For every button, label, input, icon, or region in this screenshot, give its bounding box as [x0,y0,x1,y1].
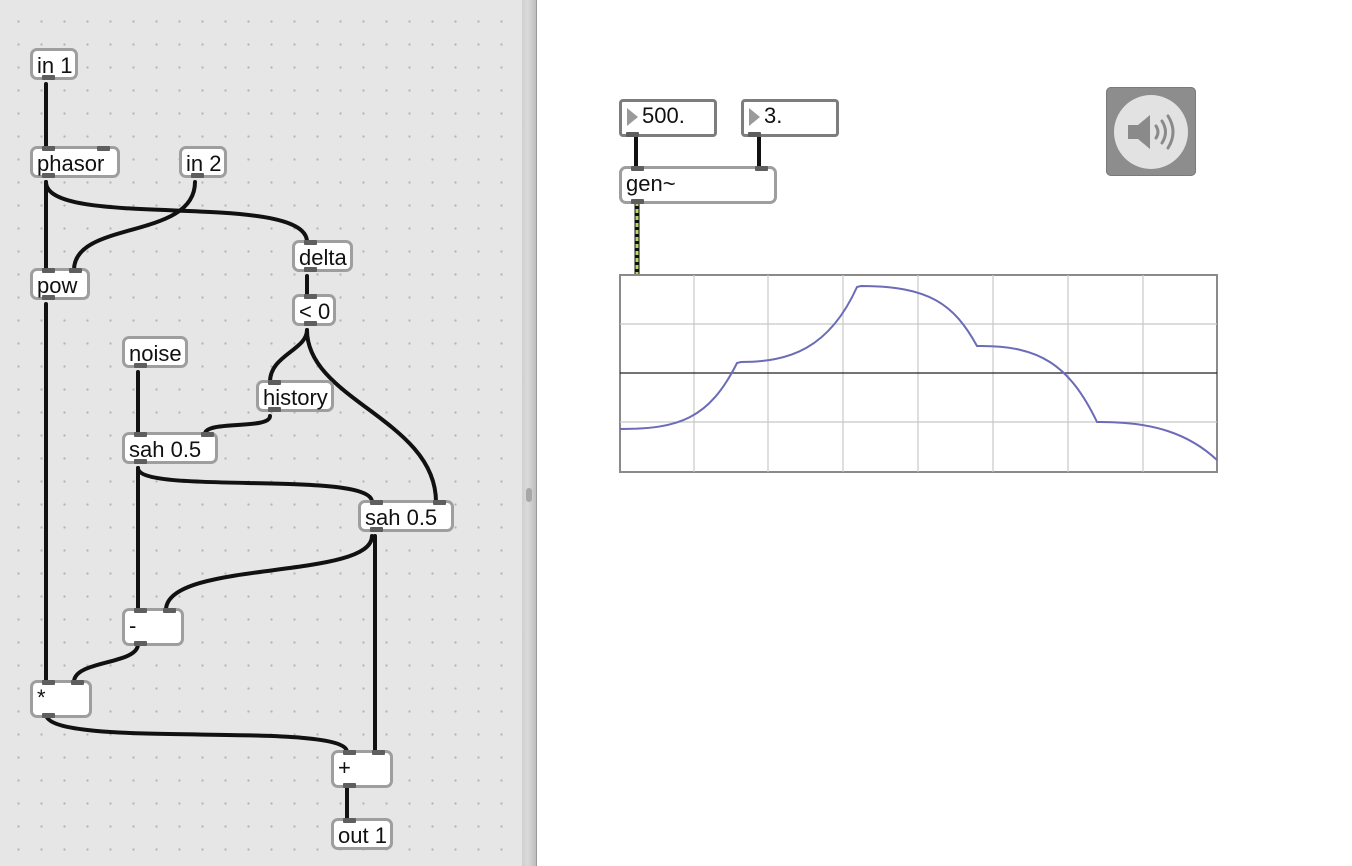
outlet[interactable] [370,527,383,532]
inlet[interactable] [71,680,84,685]
gen-in2-object[interactable]: in 2 [179,146,228,178]
inlet[interactable] [304,240,317,245]
inlet[interactable] [755,166,768,171]
gen-subtract-object[interactable]: - [122,608,184,646]
gen-sah-object-2[interactable]: sah 0.5 [358,500,454,532]
inlet[interactable] [163,608,176,613]
speaker-volume-icon [1114,95,1188,169]
outlet[interactable] [134,363,147,368]
inlet[interactable] [69,268,82,273]
number-triangle-icon [749,108,760,126]
gen-in1-object[interactable]: in 1 [30,48,79,80]
gen-less-than-zero-object[interactable]: < 0 [292,294,337,326]
inlet[interactable] [268,380,281,385]
number-box-exponent[interactable]: 3. [741,99,839,137]
ezdac-button[interactable] [1106,87,1196,176]
gen-delta-object[interactable]: delta [292,240,353,272]
outlet[interactable] [268,407,281,412]
cord-minus-mul [72,642,140,684]
number-value: 3. [764,103,783,128]
gen-noise-object[interactable]: noise [122,336,188,368]
gen-tilde-object[interactable]: gen~ [619,166,777,204]
scope-display[interactable] [619,274,1218,473]
gen-multiply-object[interactable]: * [30,680,92,718]
outlet[interactable] [134,641,147,646]
object-label: gen~ [626,171,676,196]
cord-sah1-sah2 [136,466,374,504]
cord-mul-plus [44,712,349,754]
gen-sah-object-1[interactable]: sah 0.5 [122,432,218,464]
outlet[interactable] [631,199,644,204]
inlet[interactable] [97,146,110,151]
inlet[interactable] [631,166,644,171]
inlet[interactable] [370,500,383,505]
inlet[interactable] [433,500,446,505]
outlet[interactable] [304,321,317,326]
gen-pow-object[interactable]: pow [30,268,90,300]
object-label: + [338,755,351,780]
gen-add-object[interactable]: + [331,750,393,788]
inlet[interactable] [201,432,214,437]
outlet[interactable] [42,173,55,178]
inlet[interactable] [42,268,55,273]
outlet[interactable] [626,132,639,137]
number-triangle-icon [627,108,638,126]
cord-sah2-minus [164,534,374,612]
outlet[interactable] [42,75,55,80]
number-box-frequency[interactable]: 500. [619,99,717,137]
outlet[interactable] [748,132,761,137]
outlet[interactable] [191,173,204,178]
gen-out1-object[interactable]: out 1 [331,818,393,850]
inlet[interactable] [372,750,385,755]
inlet[interactable] [343,750,356,755]
gen-phasor-object[interactable]: phasor [30,146,120,178]
inlet[interactable] [134,608,147,613]
inlet[interactable] [134,432,147,437]
outlet[interactable] [343,783,356,788]
inlet[interactable] [304,294,317,299]
inlet[interactable] [42,146,55,151]
object-label: out 1 [338,823,387,848]
object-label: * [37,685,46,710]
cord-lt0-sah2 [305,328,438,504]
cord-history-sah1 [203,414,272,436]
inlet[interactable] [343,818,356,823]
outlet[interactable] [42,713,55,718]
inlet[interactable] [42,680,55,685]
outlet[interactable] [42,295,55,300]
cord-lt0-history [268,328,309,384]
outlet[interactable] [304,267,317,272]
gen-history-object[interactable]: history [256,380,334,412]
object-label: - [129,613,137,638]
cord-in2-pow [72,180,197,272]
number-value: 500. [642,103,685,128]
outlet[interactable] [134,459,147,464]
speaker-glyph [1128,114,1175,150]
